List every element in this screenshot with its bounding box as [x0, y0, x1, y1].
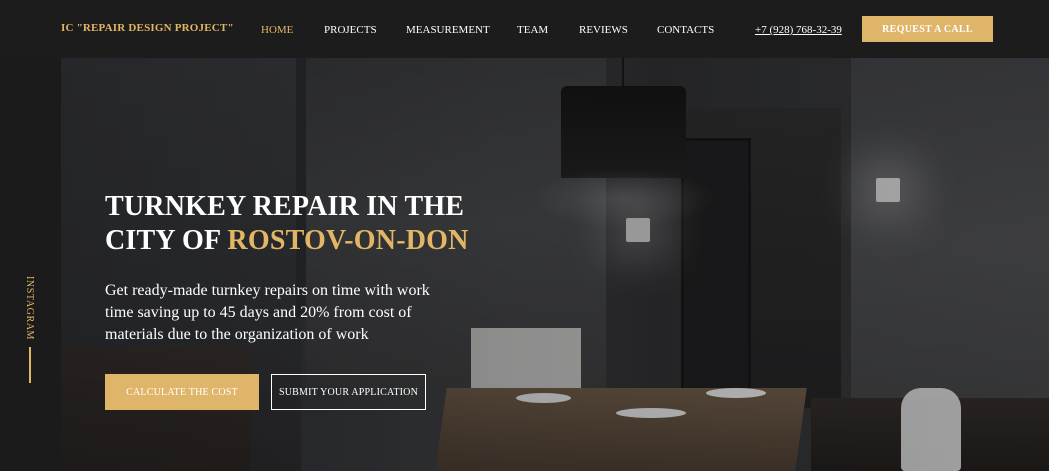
nav-item-measurement[interactable]: MEASUREMENT	[406, 24, 490, 36]
hero-title-line1: TURNKEY REPAIR IN THE	[105, 191, 465, 222]
site-header: IC "REPAIR DESIGN PROJECT" HOME PROJECTS…	[0, 0, 1049, 58]
nav-item-home[interactable]: HOME	[261, 24, 293, 36]
hero-title: TURNKEY REPAIR IN THE CITY OF ROSTOV-ON-…	[105, 190, 565, 258]
submit-application-button[interactable]: SUBMIT YOUR APPLICATION	[271, 374, 426, 410]
nav-item-contacts[interactable]: CONTACTS	[657, 24, 714, 36]
nav-item-team[interactable]: TEAM	[517, 24, 548, 36]
hero-subtitle: Get ready-made turnkey repairs on time w…	[105, 282, 430, 343]
hero-title-line2-prefix: CITY OF	[105, 225, 228, 256]
request-call-button[interactable]: REQUEST A CALL	[862, 16, 993, 42]
side-social-bar: INSTAGRAM	[0, 58, 61, 471]
logo[interactable]: IC "REPAIR DESIGN PROJECT"	[61, 22, 234, 34]
hero-title-city: ROSTOV-ON-DON	[227, 225, 469, 256]
landing-page: IC "REPAIR DESIGN PROJECT" HOME PROJECTS…	[0, 0, 1049, 471]
calculate-cost-button[interactable]: CALCULATE THE COST	[105, 374, 259, 410]
phone-link[interactable]: +7 (928) 768-32-39	[755, 24, 842, 36]
nav-item-projects[interactable]: PROJECTS	[324, 24, 377, 36]
divider-line	[29, 347, 31, 383]
hero-section: TURNKEY REPAIR IN THE CITY OF ROSTOV-ON-…	[61, 58, 1049, 471]
nav-item-reviews[interactable]: REVIEWS	[579, 24, 628, 36]
instagram-link[interactable]: INSTAGRAM	[24, 276, 35, 340]
